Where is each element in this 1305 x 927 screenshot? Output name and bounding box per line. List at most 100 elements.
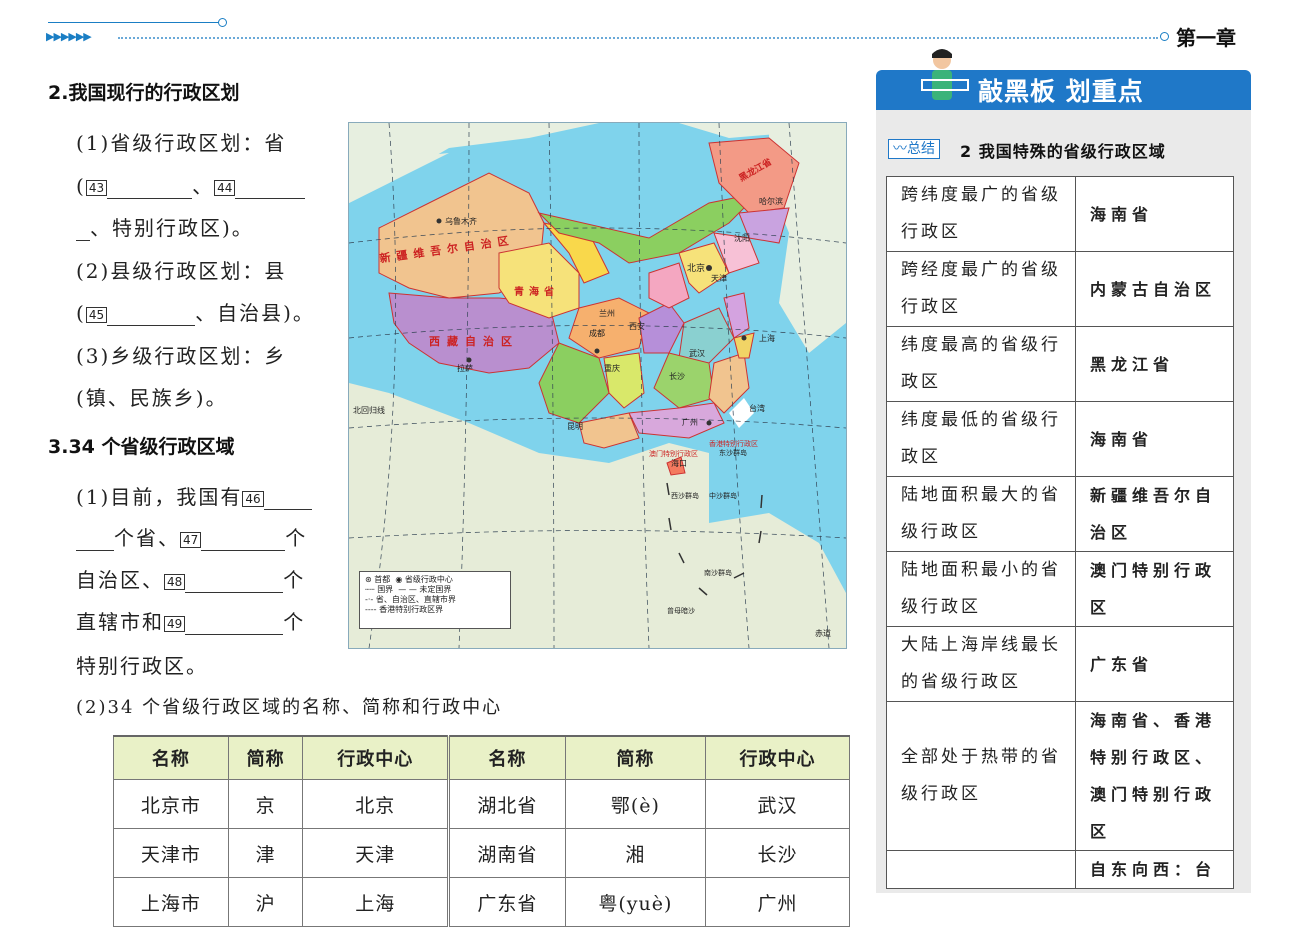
blank-number: 48 xyxy=(164,573,186,590)
criterion-cell: 纬度最低的省级行政区 xyxy=(886,401,1076,477)
blank-number: 43 xyxy=(85,179,108,196)
map-label: 重庆 xyxy=(604,364,620,373)
legend-item: 香港特别行政区界 xyxy=(379,605,444,614)
s3-line2: 个省、 47 个 xyxy=(76,522,307,551)
map-label: 昆明 xyxy=(567,422,583,431)
chapter-title: 第一章 xyxy=(1176,26,1236,50)
banner-title: 敲黑板 划重点 xyxy=(978,77,1144,106)
answer-blank-46-cont[interactable] xyxy=(76,550,114,551)
answer-blank-43[interactable] xyxy=(107,198,193,199)
map-label: 北回归线 xyxy=(353,406,385,415)
sar-border-icon: ---- xyxy=(365,605,377,614)
answer-blank-45[interactable] xyxy=(107,325,196,326)
table-cell: 粤(yuè) xyxy=(564,877,707,927)
criterion-cell xyxy=(886,850,1076,889)
map-label: 拉萨 xyxy=(457,364,473,373)
table-row: 陆地面积最小的省级行政区 澳门特别行政区 xyxy=(886,551,1234,627)
blank-number: 46 xyxy=(242,490,264,507)
s3-line4: 直辖市和 49 个 xyxy=(76,606,305,635)
legend-item: 未定国界 xyxy=(419,585,452,594)
provincial-center-icon: ◉ xyxy=(395,575,403,584)
map-label: 武汉 xyxy=(689,349,705,358)
blank-number: 49 xyxy=(164,615,186,632)
map-label: 西藏自治区 xyxy=(429,335,519,348)
answer-blank-48[interactable] xyxy=(185,592,284,593)
answer-blank-44-cont[interactable] xyxy=(76,240,90,241)
map-label: 上海 xyxy=(759,334,775,343)
criterion-cell: 纬度最高的省级行政区 xyxy=(886,326,1076,402)
answer-blank-47[interactable] xyxy=(201,550,286,551)
map-label: 南沙群岛 xyxy=(704,569,732,577)
s2-line2: 、特别行政区)。 xyxy=(76,212,254,241)
table-cell: 沪 xyxy=(227,877,304,927)
map-label: 海口 xyxy=(671,459,687,468)
map-label: 哈尔滨 xyxy=(759,197,783,206)
col-header: 行政中心 xyxy=(705,735,850,780)
s3-line3-text: 自治区、 xyxy=(76,568,164,592)
map-label: 广州 xyxy=(682,418,698,427)
map-legend: ⊛ 首都 ◉ 省级行政中心 ┄┄ 国界 — — 未定国界 -·- 省、自治区、直… xyxy=(359,571,511,629)
map-label: 兰州 xyxy=(599,309,615,318)
table-row: 全部处于热带的省级行政区 海南省、香港特别行政区、澳门特别行政区 xyxy=(886,701,1234,851)
pulse-icon: 〰 xyxy=(893,141,907,157)
special-provinces-table: 跨纬度最广的省级行政区 海南省 跨经度最广的省级行政区 内蒙古自治区 纬度最高的省级… xyxy=(886,176,1234,889)
blank-number: 47 xyxy=(180,531,202,548)
answer-cell: 内蒙古自治区 xyxy=(1075,251,1234,327)
table-cell: 天津市 xyxy=(113,828,229,878)
s2-line4: (45 、自治县)。 xyxy=(76,301,315,326)
section2-title: 2.我国现行的行政区划 xyxy=(48,82,240,104)
answer-cell: 澳门特别行政区 xyxy=(1075,551,1234,627)
s2-line-blanks: (43、 44 xyxy=(76,170,306,199)
map-label: 乌鲁木齐 xyxy=(445,217,477,226)
table-cell: 湖南省 xyxy=(448,828,566,878)
s3-line1-text: (1)目前，我国有 xyxy=(76,485,243,509)
table-cell: 广州 xyxy=(705,877,850,927)
s2-line3: (2)县级行政区划：县 xyxy=(76,259,287,283)
criterion-cell: 陆地面积最大的省级行政区 xyxy=(886,476,1076,552)
map-label: 台湾 xyxy=(749,404,765,413)
criterion-cell: 跨纬度最广的省级行政区 xyxy=(886,176,1076,252)
table-cell: 湘 xyxy=(564,828,707,878)
legend-item: 省级行政中心 xyxy=(404,575,453,584)
table-row: 纬度最低的省级行政区 海南省 xyxy=(886,401,1234,477)
header-rule xyxy=(48,22,220,23)
unit-ge: 个 xyxy=(285,526,308,550)
s3-line2-text: 个省、 xyxy=(114,526,180,550)
col-header: 名称 xyxy=(448,735,566,780)
header-dotted-rule xyxy=(118,37,1158,39)
table-cell: 武汉 xyxy=(705,779,850,829)
province-table: 名称 简称 行政中心 名称 简称 行政中心 北京市 京 北京 湖北省 鄂(è) … xyxy=(113,735,850,927)
map-label: 东沙群岛 xyxy=(719,449,747,457)
table-cell: 上海 xyxy=(302,877,451,927)
table-row: 纬度最高的省级行政区 黑龙江省 xyxy=(886,326,1234,402)
criterion-cell: 大陆上海岸线最长的省级行政区 xyxy=(886,626,1076,702)
teacher-figure-icon xyxy=(921,49,969,100)
map-label: 成都 xyxy=(589,329,605,338)
s2-line1: (1)省级行政区划：省 xyxy=(76,131,287,155)
unit-ge: 个 xyxy=(283,568,306,592)
map-label: 长沙 xyxy=(669,372,685,381)
undetermined-border-icon: — — xyxy=(398,585,417,594)
summary-badge: 〰总结 xyxy=(888,139,940,159)
table-row: 天津市 津 天津 湖南省 湘 长沙 xyxy=(113,828,850,878)
china-administrative-map: 新疆维吾尔自治区 西藏自治区 青海省 乌鲁木齐 拉萨 北京 上海 天津 广州 香… xyxy=(348,122,847,649)
answer-blank-46[interactable] xyxy=(263,509,312,510)
map-label: 青海省 xyxy=(514,287,559,298)
criterion-cell: 陆地面积最小的省级行政区 xyxy=(886,551,1076,627)
answer-cell: 广东省 xyxy=(1075,626,1234,702)
map-label: 天津 xyxy=(711,274,727,283)
map-label: 中沙群岛 xyxy=(709,492,737,500)
legend-item: 省、自治区、直辖市界 xyxy=(375,595,456,604)
answer-blank-44[interactable] xyxy=(235,198,306,199)
map-label: 西沙群岛 xyxy=(671,492,699,500)
national-border-icon: ┄┄ xyxy=(365,585,375,594)
table-cell: 北京市 xyxy=(113,779,229,829)
table-cell: 长沙 xyxy=(705,828,850,878)
criterion-cell: 跨经度最广的省级行政区 xyxy=(886,251,1076,327)
header-circle xyxy=(218,18,227,27)
header-arrows-icon: ▶▶▶▶▶▶ xyxy=(46,30,92,43)
s2-line5: (3)乡级行政区划：乡 xyxy=(76,344,287,368)
s2-line2-text: 、特别行政区)。 xyxy=(90,216,254,240)
table-row: 大陆上海岸线最长的省级行政区 广东省 xyxy=(886,626,1234,702)
answer-blank-49[interactable] xyxy=(185,634,284,635)
